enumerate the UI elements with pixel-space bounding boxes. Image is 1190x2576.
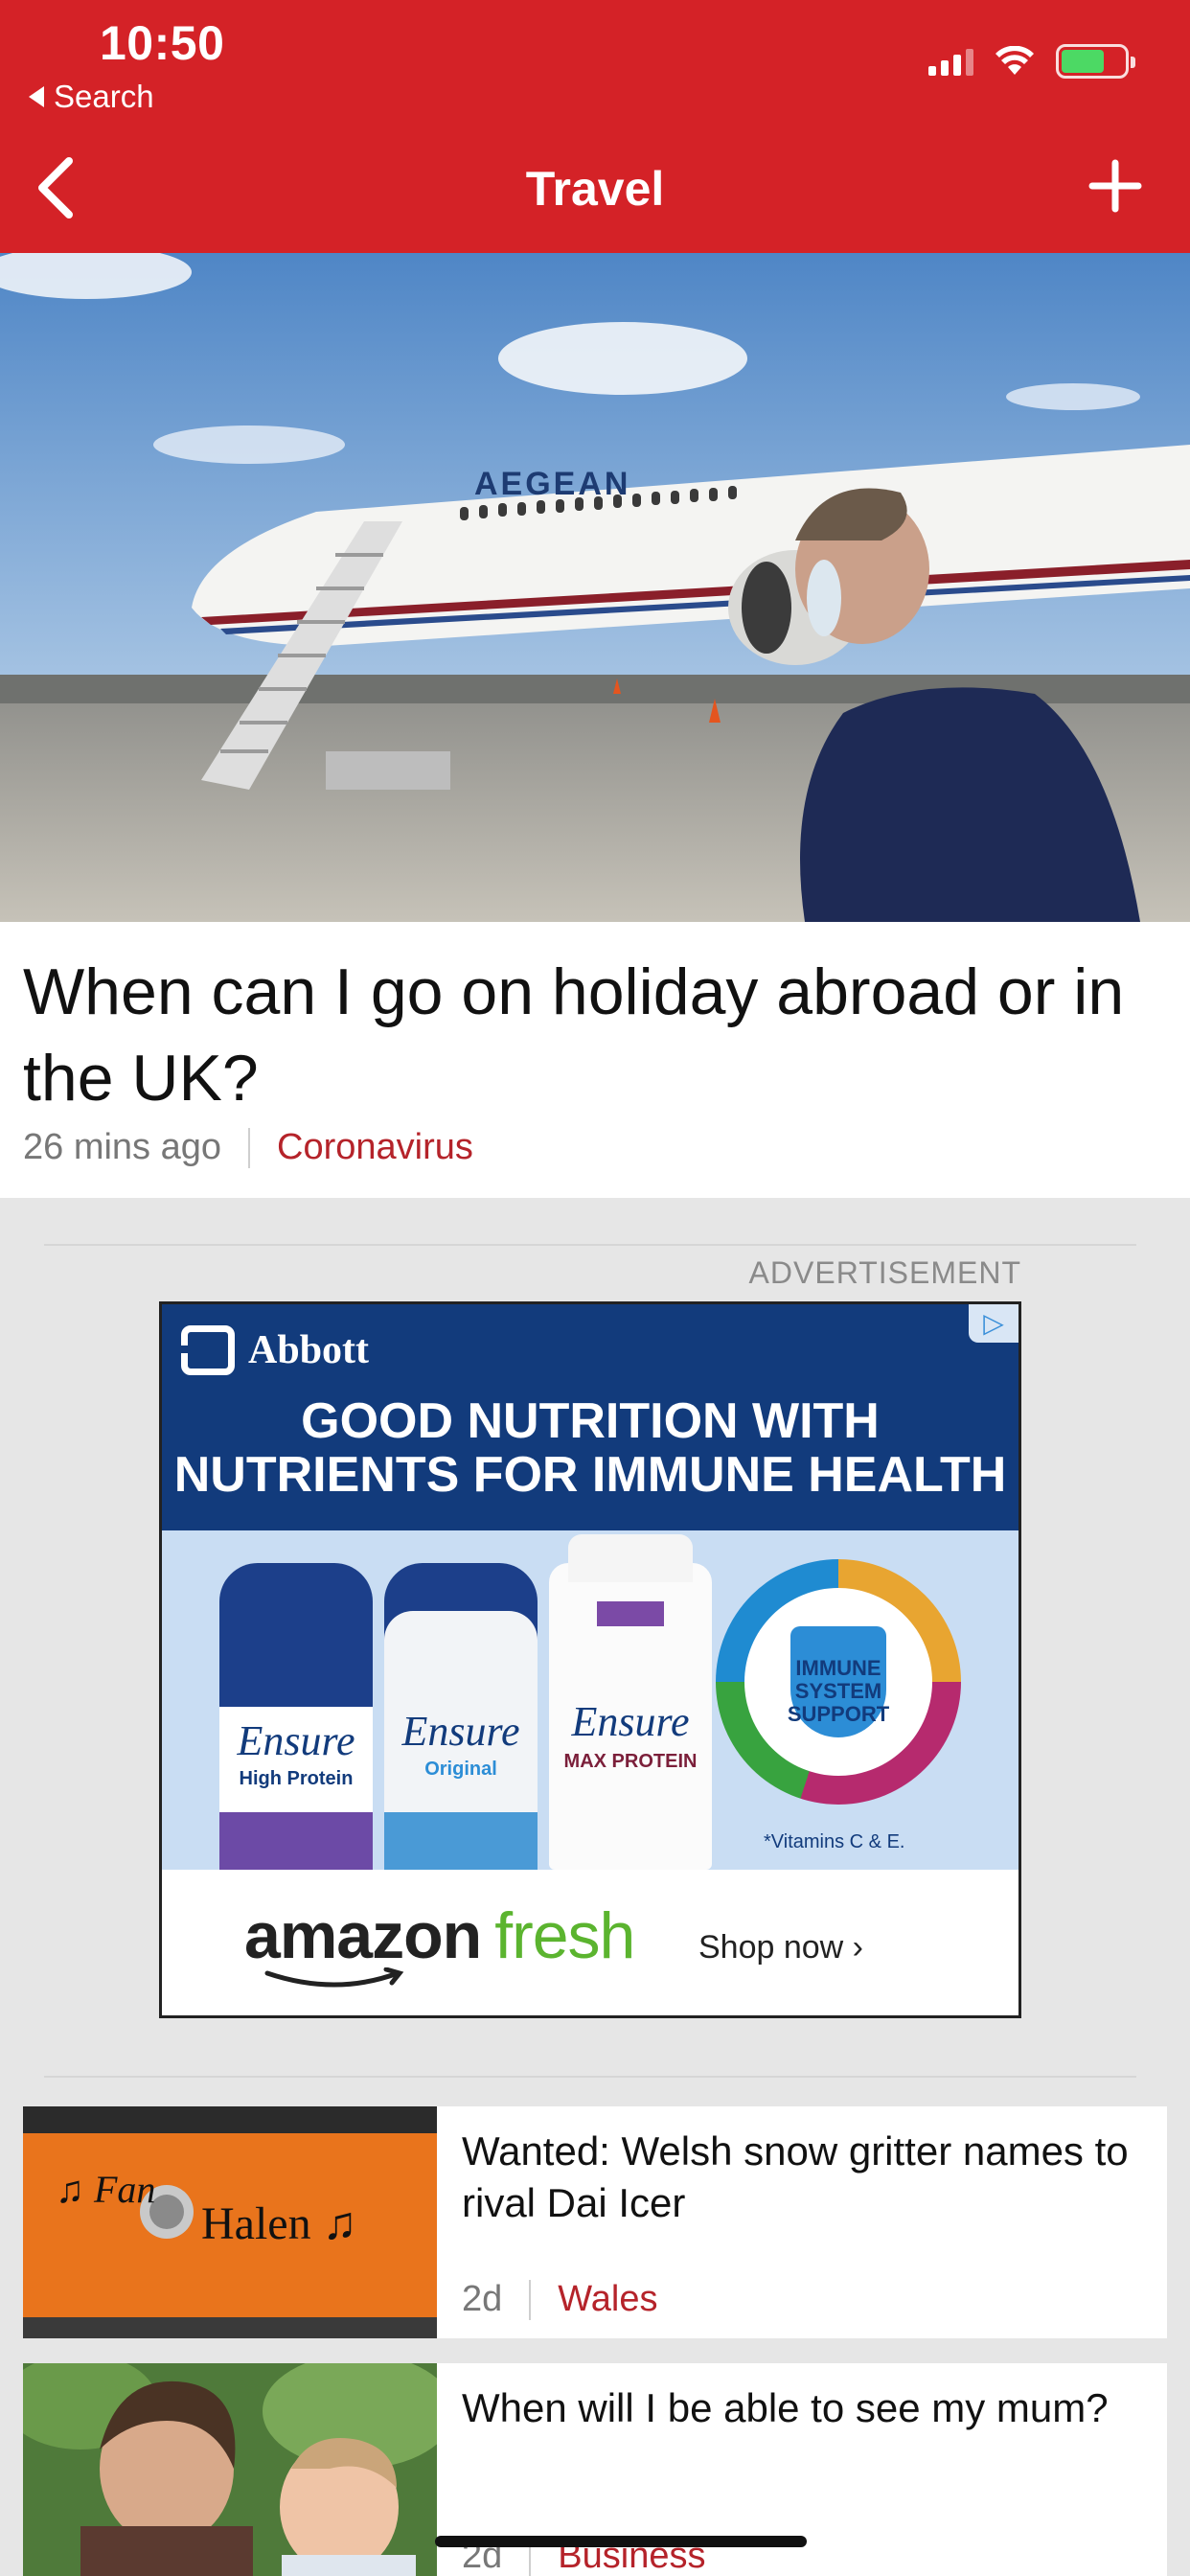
abbott-logo-icon: [181, 1325, 235, 1375]
ad-bottom-divider: [44, 2076, 1136, 2078]
advertisement-banner[interactable]: Abbott ▷ GOOD NUTRITION WITH NUTRIENTS F…: [159, 1301, 1021, 2018]
product-subtitle: Original: [424, 1759, 497, 1780]
ad-brand-name: Abbott: [248, 1328, 370, 1372]
vitamins-footnote: *Vitamins C & E.: [764, 1831, 905, 1852]
story-card[interactable]: ♫ Fan Halen ♫ Wanted: Welsh snow gritter…: [23, 2106, 1167, 2338]
wifi-icon: [995, 46, 1034, 75]
lead-story-time: 26 mins ago: [23, 1127, 222, 1167]
meta-divider: [529, 2279, 532, 2320]
aegean-livery-text: AEGEAN: [474, 466, 630, 502]
immune-support-badge: IMMUNE SYSTEM SUPPORT: [716, 1559, 961, 1805]
amazon-smile-icon: [264, 1967, 404, 1988]
page-title: Travel: [525, 162, 665, 216]
story-meta: 2d Wales: [462, 2279, 657, 2320]
retailer-name: amazon: [244, 1899, 482, 1972]
ad-headline: GOOD NUTRITION WITH NUTRIENTS FOR IMMUNE…: [162, 1394, 1018, 1502]
status-icons: [928, 44, 1135, 79]
story-thumbnail[interactable]: ♫ Fan Halen ♫: [23, 2106, 437, 2338]
badge-text: IMMUNE SYSTEM SUPPORT: [787, 1656, 890, 1726]
back-triangle-icon: [29, 86, 44, 107]
ad-header: Abbott ▷ GOOD NUTRITION WITH NUTRIENTS F…: [162, 1304, 1018, 1530]
product-bottle-high-protein: Ensure High Protein: [219, 1563, 373, 1870]
lead-story-category-link[interactable]: Coronavirus: [277, 1127, 473, 1168]
product-name: Ensure: [571, 1698, 690, 1745]
app-header: 10:50 Search Travel: [0, 0, 1190, 253]
add-topic-plus-icon[interactable]: [1088, 159, 1142, 213]
product-subtitle: MAX PROTEIN: [563, 1751, 698, 1772]
product-subtitle: High Protein: [239, 1768, 354, 1789]
home-indicator[interactable]: [435, 2536, 807, 2547]
story-headline[interactable]: When will I be able to see my mum?: [462, 2382, 1133, 2434]
product-name: Ensure: [401, 1708, 520, 1755]
ad-headline-line2: NUTRIENTS FOR IMMUNE HEALTH: [173, 1447, 1007, 1503]
story-time: 2d: [462, 2279, 503, 2319]
story-category-link[interactable]: Wales: [558, 2279, 657, 2320]
advertisement-label: ADVERTISEMENT: [748, 1255, 1021, 1290]
thumb-text-fan: ♫ Fan: [56, 2168, 155, 2211]
battery-icon: [1056, 44, 1135, 79]
lead-story-headline[interactable]: When can I go on holiday abroad or in th…: [23, 949, 1173, 1121]
adchoices-icon[interactable]: ▷: [969, 1304, 1018, 1343]
back-to-search-link[interactable]: Search: [29, 79, 154, 115]
shop-now-button[interactable]: Shop now ›: [698, 1929, 863, 1966]
meta-divider: [248, 1127, 251, 1168]
product-carton-max-protein: Ensure MAX PROTEIN: [549, 1534, 712, 1870]
cellular-signal-icon: [928, 47, 973, 76]
lead-story-image[interactable]: AEGEAN: [0, 253, 1190, 922]
product-bottle-original: Ensure Original: [384, 1563, 538, 1870]
ad-product-area: Ensure High Protein Ensure Original Ensu…: [162, 1530, 1018, 1870]
retailer-name-suffix: fresh: [494, 1899, 635, 1972]
ad-retailer-strip[interactable]: amazon fresh Shop now ›: [162, 1870, 1018, 2015]
lead-story-card[interactable]: When can I go on holiday abroad or in th…: [0, 922, 1190, 1198]
story-thumbnail[interactable]: [23, 2363, 437, 2576]
status-time: 10:50: [100, 16, 225, 70]
ad-brand: Abbott: [181, 1325, 369, 1375]
ad-top-divider: [44, 1244, 1136, 1246]
back-app-label: Search: [54, 79, 154, 114]
story-headline[interactable]: Wanted: Welsh snow gritter names to riva…: [462, 2126, 1133, 2229]
lead-story-meta: 26 mins ago Coronavirus: [23, 1127, 473, 1168]
ad-headline-line1: GOOD NUTRITION WITH: [301, 1393, 880, 1449]
thumb-text-halen: Halen ♫: [201, 2198, 357, 2249]
product-name: Ensure: [237, 1717, 355, 1764]
amazon-fresh-logo: amazon fresh: [244, 1898, 635, 1988]
